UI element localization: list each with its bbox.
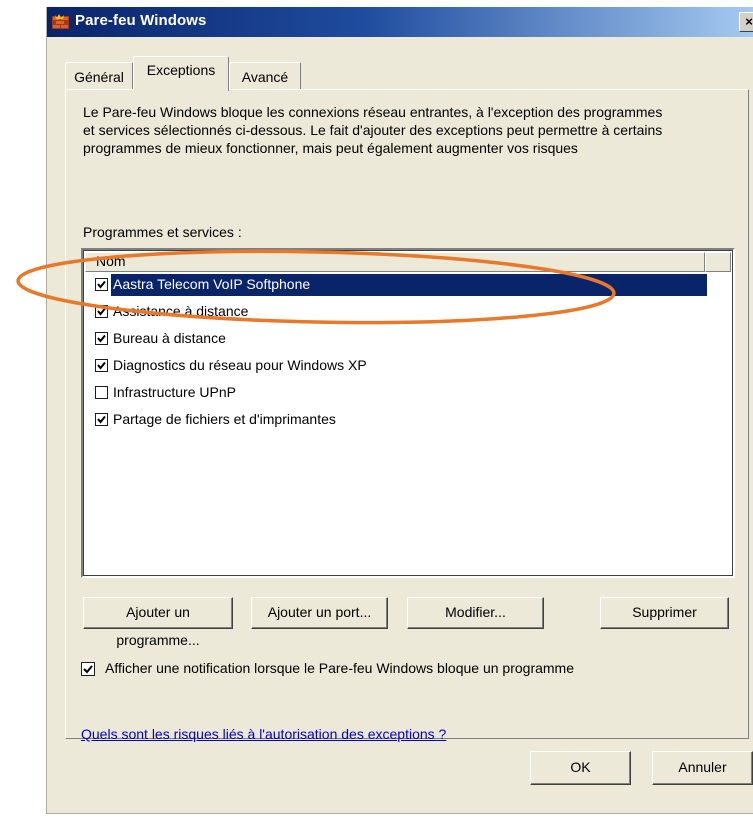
column-header-filler [705,252,731,272]
checkmark-icon [97,307,106,316]
programs-list[interactable]: Nom Aastra Telecom VoIP Softphone Assist… [81,248,735,578]
list-item[interactable]: Bureau à distance [87,328,711,350]
checkmark-icon [83,665,93,674]
list-item[interactable]: Diagnostics du réseau pour Windows XP [87,355,711,377]
ok-button[interactable]: OK [530,751,631,785]
checkmark-icon [97,280,106,289]
list-item[interactable]: Partage de fichiers et d'imprimantes [87,409,711,431]
modify-button[interactable]: Modifier... [407,597,544,629]
title-bar[interactable]: Pare-feu Windows × [47,7,753,37]
list-item-label: Infrastructure UPnP [113,384,236,400]
checkbox[interactable] [95,359,108,372]
close-button[interactable]: × [739,12,753,32]
tab-general[interactable]: Général [65,62,133,90]
notification-checkbox[interactable] [81,662,95,676]
list-item[interactable]: Assistance à distance [87,301,711,323]
firewall-dialog: Pare-feu Windows × Général Exceptions Av… [46,7,753,814]
delete-button[interactable]: Supprimer [600,597,729,629]
cancel-button[interactable]: Annuler [652,751,753,785]
programs-section-label: Programmes et services : [83,224,242,240]
tab-exceptions[interactable]: Exceptions [133,56,229,91]
firewall-icon [52,14,69,29]
add-port-button[interactable]: Ajouter un port... [251,597,388,629]
list-item-label: Bureau à distance [113,330,226,346]
description: Le Pare-feu Windows bloque les connexion… [83,103,743,157]
checkbox[interactable] [95,332,108,345]
list-item[interactable]: Infrastructure UPnP [87,382,711,404]
column-header-name[interactable]: Nom [85,252,705,272]
tab-general-label: Général [74,69,124,85]
list-item-label: Diagnostics du réseau pour Windows XP [113,357,367,373]
tab-exceptions-label: Exceptions [146,62,216,78]
checkmark-icon [97,361,106,370]
add-program-button[interactable]: Ajouter un programme... [83,597,233,648]
exceptions-risks-link[interactable]: Quels sont les risques liés à l'autorisa… [81,726,446,742]
checkmark-icon [97,334,106,343]
window-title: Pare-feu Windows [75,12,207,29]
list-item[interactable]: Aastra Telecom VoIP Softphone [87,274,711,296]
checkbox[interactable] [95,413,108,426]
list-item-label: Aastra Telecom VoIP Softphone [111,276,687,292]
list-item-label: Assistance à distance [113,303,249,319]
checkbox[interactable] [95,278,108,291]
notification-label: Afficher une notification lorsque le Par… [105,660,574,676]
checkbox[interactable] [95,386,108,399]
list-item-label: Partage de fichiers et d'imprimantes [113,411,336,427]
tab-avance-label: Avancé [241,69,289,85]
checkbox[interactable] [95,305,108,318]
tab-avance[interactable]: Avancé [229,62,301,90]
description-line: Le Pare-feu Windows bloque les connexion… [83,104,663,120]
description-line: et services sélectionnés ci-dessous. Le … [83,122,663,138]
description-line: programmes de mieux fonctionner, mais pe… [83,140,578,156]
checkmark-icon [97,415,106,424]
